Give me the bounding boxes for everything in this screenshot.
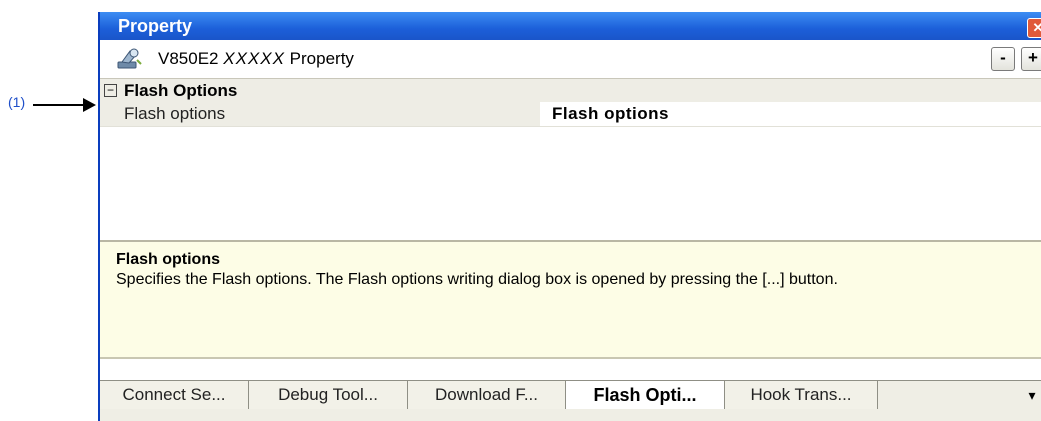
property-row[interactable]: Flash options Flash options xyxy=(100,102,1041,127)
collapse-all-button[interactable]: - xyxy=(991,47,1015,71)
panel-titlebar: Property ✕ xyxy=(100,12,1041,40)
minus-icon: - xyxy=(1000,48,1006,67)
device-name: V850E2 xyxy=(158,49,219,68)
tab-strip-footer xyxy=(100,410,1041,421)
tab-debug-tool-settings[interactable]: Debug Tool... xyxy=(249,381,408,409)
description-title: Flash options xyxy=(116,251,220,268)
property-panel: Property ✕ V850E2 XXXXX Property - + − F… xyxy=(98,12,1041,421)
close-icon: ✕ xyxy=(1033,20,1041,35)
category-flash-options[interactable]: − Flash Options xyxy=(100,79,1041,102)
device-model: XXXXX xyxy=(223,49,285,68)
collapse-toggle-icon[interactable]: − xyxy=(104,84,117,97)
property-value[interactable]: Flash options xyxy=(540,102,1041,126)
callout-label: (1) xyxy=(8,94,26,110)
property-name: Flash options xyxy=(100,102,540,126)
category-label: Flash Options xyxy=(124,81,238,100)
description-panel: Flash options Specifies the Flash option… xyxy=(100,240,1041,359)
tab-hook-transaction[interactable]: Hook Trans... xyxy=(725,381,878,409)
debug-tool-icon xyxy=(117,48,142,69)
close-button[interactable]: ✕ xyxy=(1027,18,1041,38)
description-text: Specifies the Flash options. The Flash o… xyxy=(116,271,838,288)
callout-arrow-line xyxy=(33,104,85,106)
callout-annotation: (1) xyxy=(0,92,100,114)
tab-flash-options[interactable]: Flash Opti... xyxy=(566,381,725,409)
property-word: Property xyxy=(289,49,354,68)
plus-icon: + xyxy=(1028,48,1038,67)
expand-all-button[interactable]: + xyxy=(1021,47,1041,71)
tab-strip: Connect Se... Debug Tool... Download F..… xyxy=(100,380,1041,411)
panel-title: Property xyxy=(118,16,193,36)
property-grid: − Flash Options Flash options Flash opti… xyxy=(100,79,1041,240)
tab-connect-settings[interactable]: Connect Se... xyxy=(100,381,249,409)
tab-download-file-settings[interactable]: Download F... xyxy=(408,381,566,409)
property-header-title: V850E2 XXXXX Property xyxy=(158,49,354,69)
tab-overflow-icon[interactable]: ▾ xyxy=(1021,381,1041,409)
callout-arrow-head xyxy=(83,98,96,112)
property-header: V850E2 XXXXX Property - + xyxy=(100,40,1041,79)
